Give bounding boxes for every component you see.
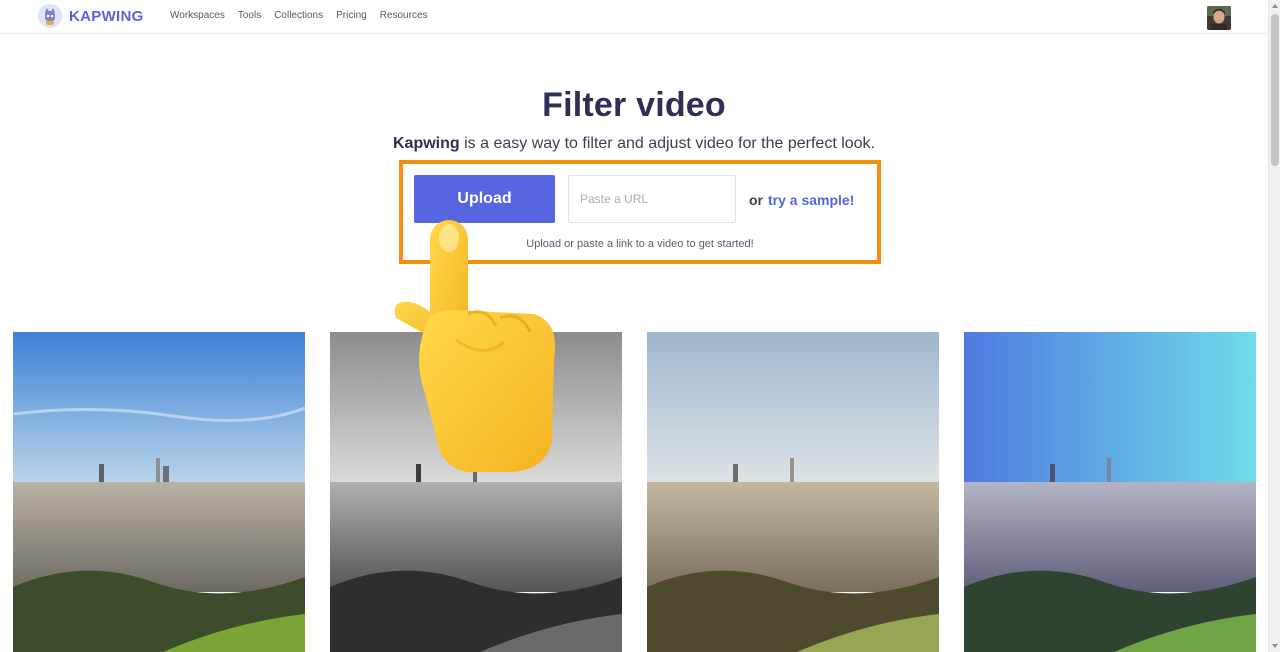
- brand-name: KAPWING: [69, 7, 144, 25]
- upload-panel: Upload or try a sample! Upload or paste …: [399, 160, 881, 264]
- subtitle-text: is a easy way to filter and adjust video…: [459, 135, 875, 152]
- scroll-down-icon[interactable]: [1272, 644, 1278, 648]
- brand-logo[interactable]: KAPWING: [38, 4, 144, 28]
- page-scrollbar[interactable]: [1268, 0, 1280, 652]
- scroll-up-icon[interactable]: [1272, 4, 1278, 8]
- top-navbar: KAPWING Workspaces Tools Collections Pri…: [0, 0, 1268, 34]
- nav-item-tools[interactable]: Tools: [238, 10, 261, 21]
- kapwing-logo-icon: [38, 4, 62, 28]
- nav-menu: Workspaces Tools Collections Pricing Res…: [170, 10, 441, 21]
- url-input[interactable]: [568, 175, 736, 223]
- nav-item-resources[interactable]: Resources: [380, 10, 428, 21]
- sample-image-faded: [647, 332, 939, 652]
- subtitle-brand: Kapwing: [393, 135, 460, 152]
- nav-item-pricing[interactable]: Pricing: [336, 10, 367, 21]
- or-label: or: [749, 192, 763, 208]
- upload-button[interactable]: Upload: [414, 175, 555, 223]
- page-subtitle: Kapwing is a easy way to filter and adju…: [0, 135, 1268, 153]
- sample-image-grayscale: [330, 332, 622, 652]
- try-sample-link[interactable]: try a sample!: [768, 192, 854, 208]
- page-title: Filter video: [542, 86, 726, 124]
- nav-item-workspaces[interactable]: Workspaces: [170, 10, 225, 21]
- scrollbar-thumb[interactable]: [1271, 14, 1279, 166]
- nav-item-collections[interactable]: Collections: [274, 10, 323, 21]
- sample-image-cool: [964, 332, 1256, 652]
- user-avatar[interactable]: [1207, 6, 1231, 30]
- sample-image-original: [13, 332, 305, 652]
- upload-hint: Upload or paste a link to a video to get…: [526, 238, 754, 250]
